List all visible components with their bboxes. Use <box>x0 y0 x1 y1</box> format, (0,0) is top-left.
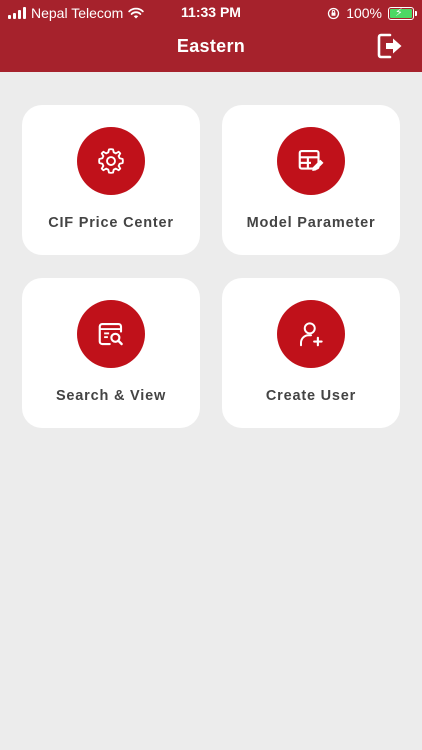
card-icon-circle <box>277 127 345 195</box>
card-label: Model Parameter <box>246 215 376 231</box>
cif-price-center-card[interactable]: CIF Price Center <box>22 105 200 255</box>
card-label: CIF Price Center <box>48 215 174 231</box>
battery-percent: 100% <box>346 5 382 21</box>
document-search-icon <box>98 322 123 346</box>
orientation-lock-icon <box>328 7 340 19</box>
status-right: 100% ⚡ <box>327 4 417 22</box>
status-bar: Nepal Telecom 11:33 PM 100% ⚡ <box>0 0 422 26</box>
card-label: Search & View <box>55 388 167 404</box>
search-and-view-card[interactable]: Search & View <box>22 278 200 428</box>
create-user-card[interactable]: Create User <box>222 278 400 428</box>
gear-icon <box>98 148 124 174</box>
logout-button[interactable] <box>374 30 406 62</box>
logout-icon <box>377 33 402 59</box>
card-icon-circle <box>277 300 345 368</box>
card-label: Create User <box>265 388 357 404</box>
card-icon-circle <box>77 127 145 195</box>
user-add-icon <box>300 322 323 347</box>
model-parameter-card[interactable]: Model Parameter <box>222 105 400 255</box>
battery-icon: ⚡ <box>388 6 417 20</box>
app-screen: Nepal Telecom 11:33 PM 100% ⚡ Eastern CI… <box>0 0 422 750</box>
page-title: Eastern <box>176 36 246 56</box>
card-icon-circle <box>77 300 145 368</box>
table-edit-icon <box>298 149 324 171</box>
app-header: Nepal Telecom 11:33 PM 100% ⚡ Eastern <box>0 0 422 72</box>
